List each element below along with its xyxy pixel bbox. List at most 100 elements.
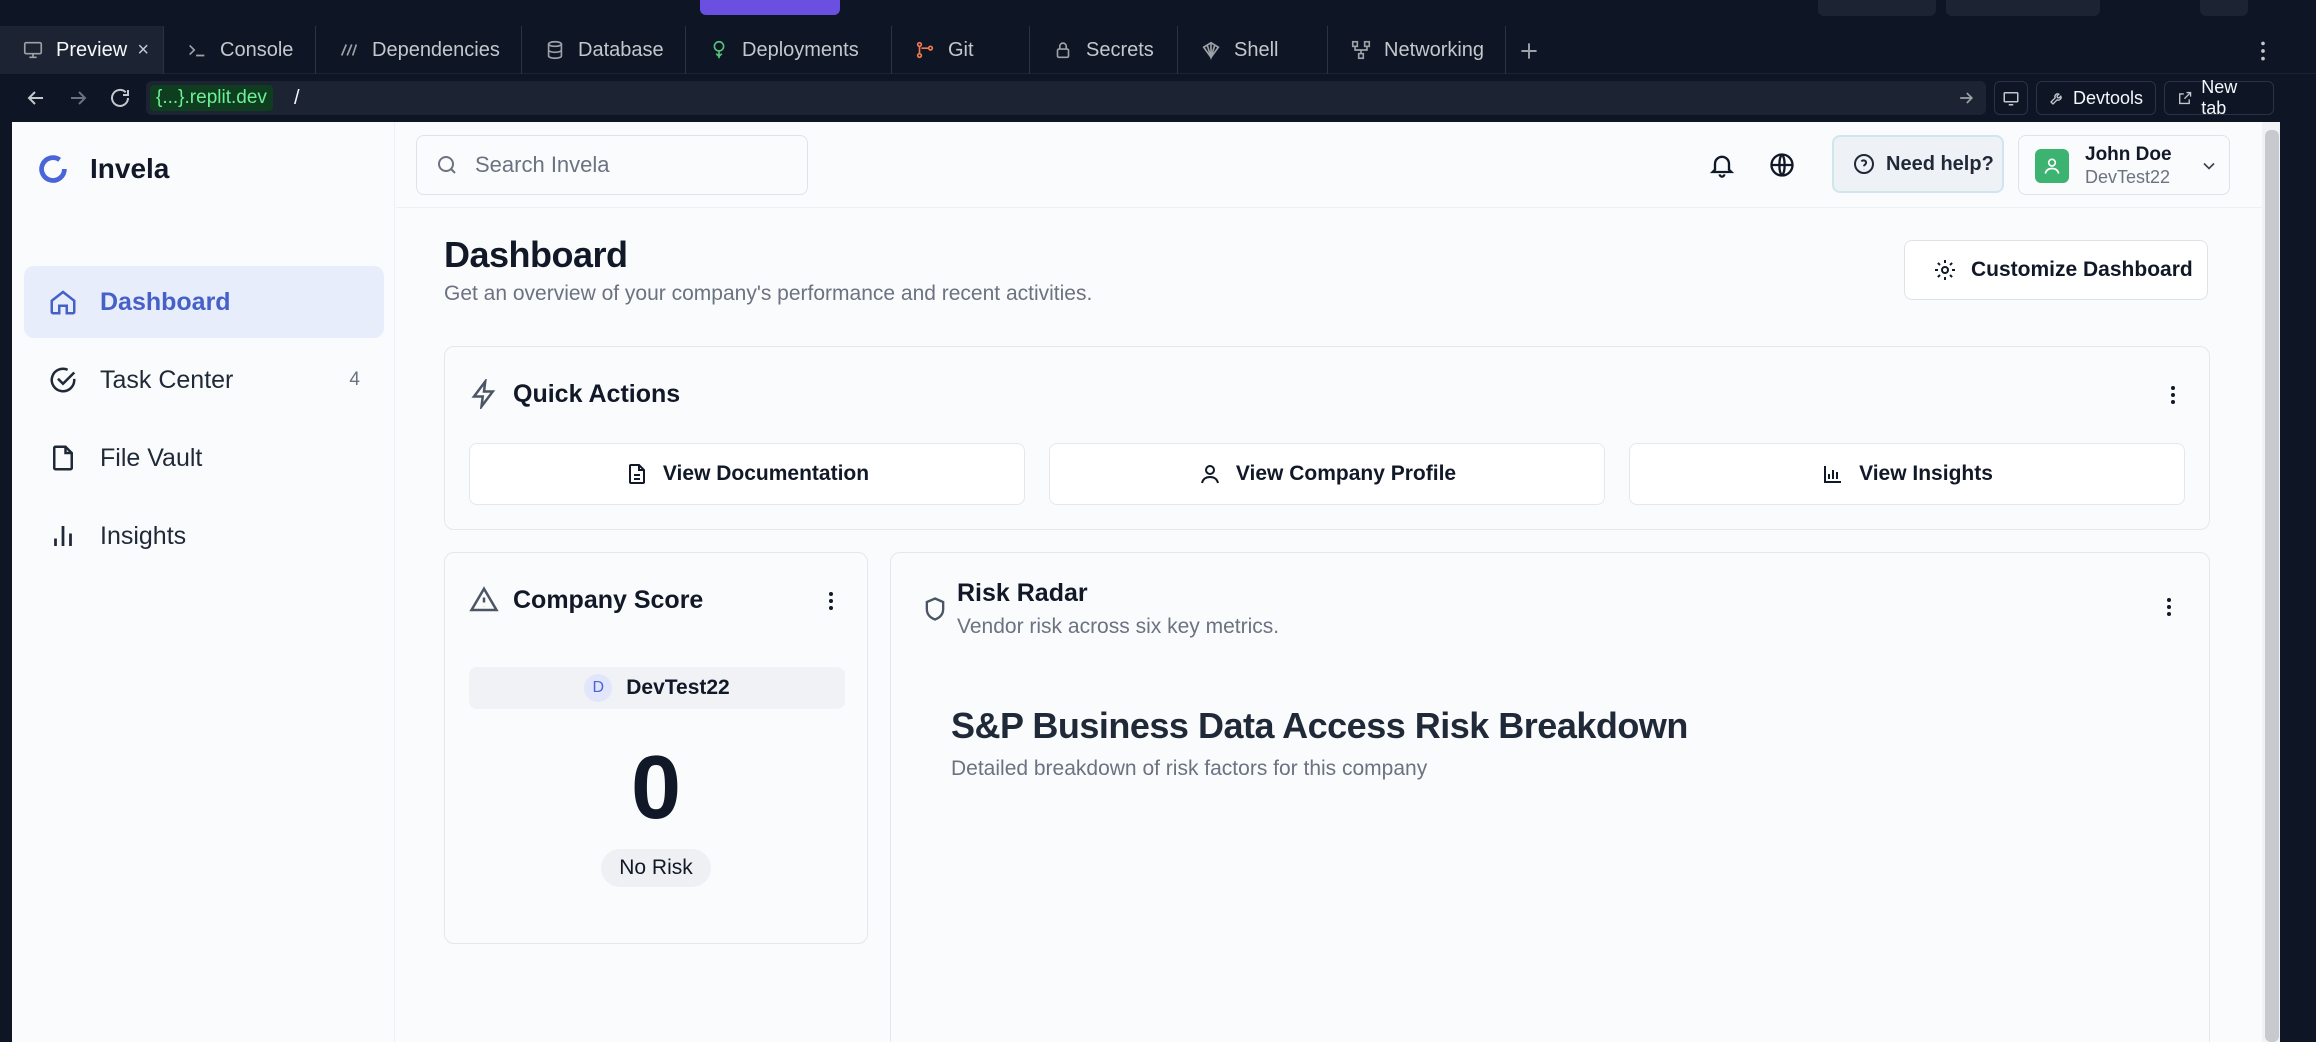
invela-logo-icon	[39, 155, 67, 183]
tab-dependencies[interactable]: Dependencies	[316, 26, 522, 74]
help-label: Need help?	[1886, 152, 1994, 175]
gear-icon	[1935, 260, 1955, 280]
company-name: DevTest22	[626, 676, 730, 699]
terminal-icon	[189, 44, 205, 57]
tab-networking[interactable]: Networking	[1328, 26, 1506, 74]
close-icon[interactable]: ×	[137, 39, 149, 62]
shield-icon	[925, 597, 945, 621]
url-path: /	[294, 87, 300, 109]
tab-label: Database	[578, 38, 664, 61]
back-arrow-icon[interactable]	[24, 86, 48, 110]
tab-secrets[interactable]: Secrets	[1030, 26, 1178, 74]
need-help-button[interactable]: Need help?	[1832, 135, 2004, 193]
sidebar: Invela Dashboard Task Center 4 File Vaul…	[12, 122, 395, 1042]
ide-top-strip	[0, 0, 2316, 22]
risk-radar-subtitle: Vendor risk across six key metrics.	[957, 615, 1280, 638]
tab-label: Deployments	[742, 38, 859, 61]
tab-label: Git	[948, 38, 974, 61]
tab-console[interactable]: Console	[164, 26, 316, 74]
forward-arrow-icon[interactable]	[66, 86, 90, 110]
risk-radar-title: Risk Radar	[957, 579, 1088, 608]
tab-database[interactable]: Database	[522, 26, 686, 74]
page-subtitle: Get an overview of your company's perfor…	[444, 282, 1093, 305]
preview-url-bar: {...}.replit.dev / Devtools New tab	[0, 74, 2316, 122]
reload-icon[interactable]	[108, 86, 132, 110]
app-header: Search Invela Need help? John Doe DevTes…	[396, 122, 2274, 208]
warning-triangle-icon	[469, 586, 499, 612]
quick-actions-title: Quick Actions	[469, 379, 680, 409]
plus-icon[interactable]	[1516, 38, 1542, 64]
device-toggle-button[interactable]	[1994, 81, 2028, 115]
tab-label: Dependencies	[372, 38, 500, 61]
bell-icon[interactable]	[1708, 151, 1736, 179]
risk-level-badge: No Risk	[601, 849, 711, 887]
tab-preview[interactable]: Preview ×	[0, 26, 164, 74]
new-tab-button[interactable]: New tab	[2164, 77, 2274, 118]
view-documentation-button[interactable]: View Documentation	[469, 443, 1025, 505]
view-insights-button[interactable]: View Insights	[1629, 443, 2185, 505]
tab-git[interactable]: Git	[892, 26, 1030, 74]
tab-label: Preview	[56, 38, 128, 61]
more-vertical-icon[interactable]	[2161, 383, 2185, 407]
file-icon	[53, 445, 73, 471]
globe-icon[interactable]	[1768, 151, 1796, 179]
logo[interactable]: Invela	[34, 150, 169, 188]
company-initial: D	[584, 674, 613, 702]
user-name: John Doe	[2085, 144, 2172, 165]
user-icon	[2044, 158, 2060, 174]
sidebar-item-insights[interactable]: Insights	[24, 500, 384, 572]
search-icon	[438, 156, 456, 174]
external-link-icon	[2179, 91, 2192, 105]
tab-label: Networking	[1384, 38, 1485, 61]
sidebar-item-dashboard[interactable]: Dashboard	[24, 266, 384, 338]
button-label: View Documentation	[662, 462, 870, 485]
ide-right-edge	[2280, 122, 2316, 1042]
breakdown-title: S&P Business Data Access Risk Breakdown	[951, 705, 1688, 746]
help-circle-icon	[1854, 154, 1874, 174]
lightning-icon	[471, 379, 496, 409]
devtools-button[interactable]: Devtools	[2036, 81, 2156, 115]
customize-dashboard-button[interactable]: Customize Dashboard	[1904, 240, 2208, 300]
user-menu-button[interactable]: John Doe DevTest22	[2018, 135, 2230, 195]
sidebar-item-file-vault[interactable]: File Vault	[24, 422, 384, 494]
tab-label: Shell	[1234, 38, 1279, 61]
shell-icon	[1202, 41, 1220, 61]
card-title-text: Company Score	[513, 585, 704, 614]
bar-chart-icon	[1824, 466, 1842, 483]
tab-deployments[interactable]: Deployments	[686, 26, 892, 74]
card-title-text: Quick Actions	[513, 379, 681, 408]
tab-label: Console	[220, 38, 294, 61]
new-tab-label: New tab	[2201, 77, 2238, 118]
company-score-title: Company Score	[469, 585, 703, 615]
devtools-label: Devtools	[2072, 87, 2143, 108]
run-button[interactable]	[700, 0, 840, 15]
breakdown-subtitle: Detailed breakdown of risk factors for t…	[951, 757, 1428, 780]
risk-score-value: 0	[630, 738, 682, 838]
more-vertical-icon[interactable]	[819, 589, 843, 613]
invite-button[interactable]	[1818, 0, 1936, 16]
monitor-icon	[23, 41, 43, 59]
sidebar-item-label: File Vault	[100, 443, 203, 472]
tab-label: Secrets	[1086, 38, 1154, 61]
database-icon	[547, 40, 563, 60]
more-vertical-icon[interactable]	[2250, 38, 2276, 64]
user-icon	[1200, 465, 1219, 484]
url-host: {...}.replit.dev	[150, 85, 273, 111]
ide-tab-bar: Preview × Console Dependencies Database …	[0, 26, 2316, 74]
scrollbar-thumb[interactable]	[2265, 130, 2279, 1042]
tab-shell[interactable]: Shell	[1178, 26, 1328, 74]
lock-icon	[1056, 42, 1070, 59]
more-vertical-icon[interactable]	[2157, 595, 2181, 619]
view-company-profile-button[interactable]: View Company Profile	[1049, 443, 1605, 505]
sidebar-item-task-center[interactable]: Task Center 4	[24, 344, 384, 416]
deploy-button[interactable]	[1946, 0, 2100, 16]
user-org: DevTest22	[2085, 167, 2171, 187]
button-label: View Company Profile	[1235, 462, 1457, 485]
search-input[interactable]: Search Invela	[416, 135, 808, 195]
deployments-icon	[713, 40, 725, 59]
bar-chart-icon	[54, 526, 72, 546]
account-button[interactable]	[2200, 0, 2248, 16]
url-input[interactable]: {...}.replit.dev /	[146, 81, 1986, 115]
avatar	[2035, 149, 2069, 183]
go-arrow-icon[interactable]	[1956, 88, 1976, 108]
